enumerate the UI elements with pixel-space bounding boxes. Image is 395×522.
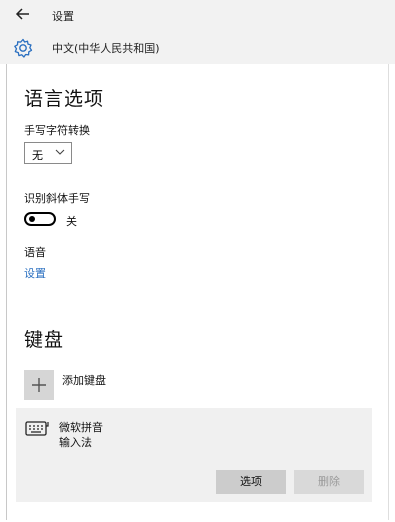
toggle-state-label: 关 [66, 215, 77, 228]
remove-button[interactable]: 删除 [294, 470, 364, 494]
add-keyboard-button[interactable] [24, 370, 54, 400]
gear-icon [12, 37, 34, 59]
keyboard-heading: 键盘 [24, 329, 65, 351]
speech-settings-link[interactable]: 设置 [24, 265, 46, 281]
italic-handwriting-label: 识别斜体手写 [24, 192, 90, 205]
keyboard-name: 微软拼音 [59, 421, 103, 434]
dropdown-selected-value: 无 [32, 149, 43, 162]
language-name: 中文(中华人民共和国) [52, 42, 160, 55]
keyboard-icon [25, 420, 49, 438]
frame-border-left [6, 64, 7, 520]
keyboard-type: 输入法 [59, 436, 92, 449]
page-title: 语言选项 [24, 88, 105, 110]
add-keyboard-label[interactable]: 添加键盘 [62, 372, 106, 388]
frame-border-right [388, 64, 389, 520]
options-button[interactable]: 选项 [216, 470, 286, 494]
handwriting-conversion-label: 手写字符转换 [24, 124, 90, 137]
chevron-down-icon [55, 149, 65, 155]
speech-label: 语音 [24, 246, 46, 259]
toggle-knob [29, 216, 35, 222]
handwriting-conversion-dropdown[interactable]: 无 [24, 142, 72, 164]
plus-icon [32, 378, 46, 392]
back-arrow-icon[interactable] [14, 5, 32, 23]
window-title: 设置 [52, 10, 74, 23]
italic-handwriting-toggle[interactable] [24, 212, 56, 226]
